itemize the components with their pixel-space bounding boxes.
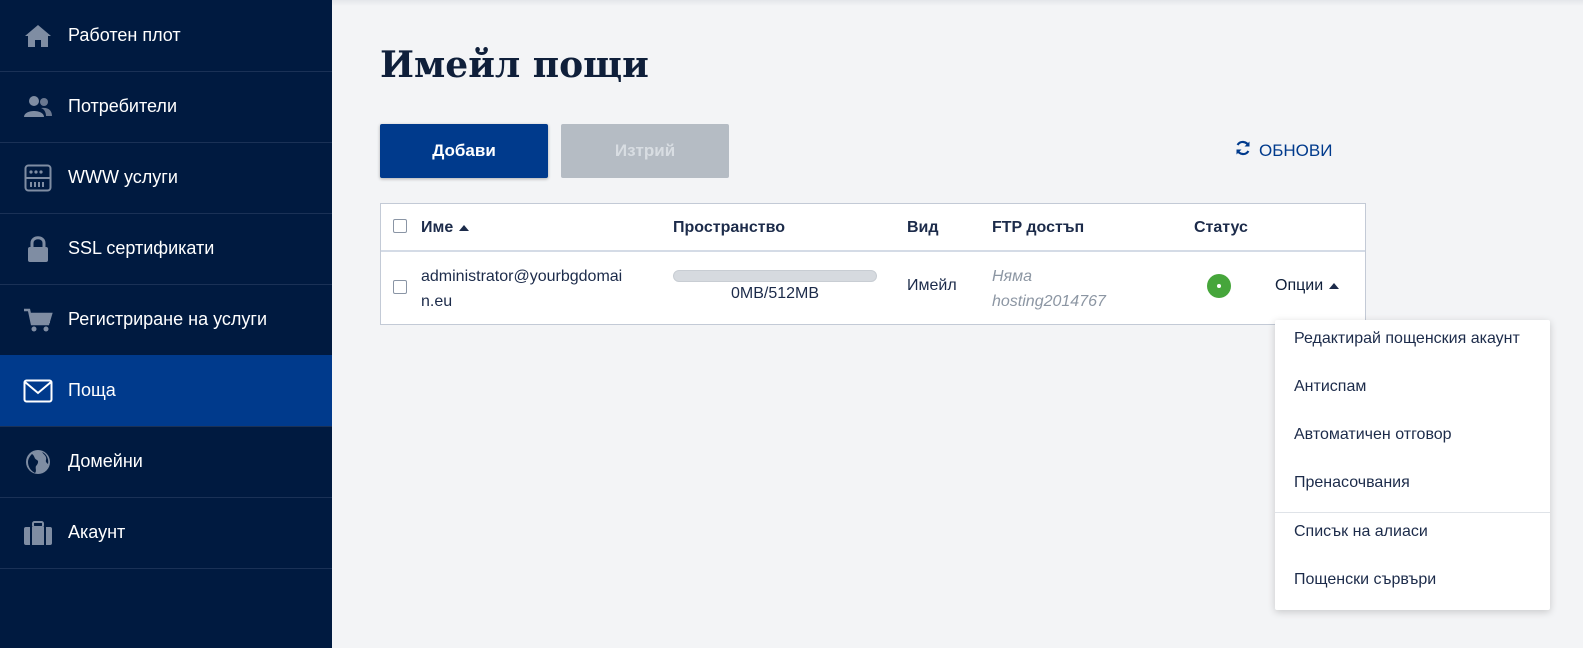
top-shadow: [332, 0, 1583, 6]
space-usage-bar: [673, 270, 877, 282]
sidebar-item-label: Домейни: [68, 451, 143, 471]
sidebar-item-domains[interactable]: Домейни: [0, 426, 332, 498]
sort-asc-icon: [459, 224, 470, 231]
mailbox-table: Име Пространство Вид FTP достъп Статус a…: [380, 203, 1366, 325]
sidebar-item-www[interactable]: WWW услуги: [0, 142, 332, 214]
row-checkbox[interactable]: [393, 280, 407, 294]
refresh-label: ОБНОВИ: [1259, 140, 1333, 160]
mailbox-kind: Имейл: [907, 277, 957, 294]
column-header-ftp: FTP достъп: [992, 219, 1085, 236]
sidebar-item-label: Поща: [68, 380, 116, 400]
menu-item-autoreply[interactable]: Автоматичен отговор: [1294, 426, 1452, 444]
status-indicator: [1207, 274, 1231, 298]
column-header-kind: Вид: [907, 219, 939, 236]
mailbox-email: administrator@yourbgdomain.eu: [421, 268, 623, 310]
cart-icon: [23, 305, 53, 335]
column-header-space: Пространство: [673, 219, 786, 236]
sidebar-item-mail[interactable]: Поща: [0, 355, 332, 427]
refresh-button[interactable]: ОБНОВИ: [1235, 140, 1332, 161]
delete-button[interactable]: Изтрий: [561, 124, 729, 178]
table-header: Име Пространство Вид FTP достъп Статус: [381, 204, 1365, 252]
sidebar-item-label: Работен плот: [68, 25, 181, 45]
menu-item-antispam[interactable]: Антиспам: [1294, 378, 1366, 396]
options-menu: Редактирай пощенския акаунт Антиспам Авт…: [1275, 320, 1550, 610]
mail-icon: [23, 376, 53, 406]
add-button[interactable]: Добави: [380, 124, 548, 178]
sidebar-item-label: Потребители: [68, 96, 177, 116]
select-all-checkbox[interactable]: [393, 219, 407, 233]
menu-divider: [1275, 512, 1550, 513]
sidebar-item-ssl[interactable]: SSL сертификати: [0, 213, 332, 285]
ftp-access-hosting: hosting2014767: [992, 293, 1106, 310]
column-header-name[interactable]: Име: [421, 219, 470, 237]
column-header-status: Статус: [1194, 219, 1248, 236]
ftp-access-status: Няма: [992, 268, 1032, 285]
sidebar-item-label: Регистриране на услуги: [68, 309, 268, 329]
options-button[interactable]: Опции: [1275, 277, 1340, 295]
sidebar-item-dashboard[interactable]: Работен плот: [0, 0, 332, 72]
sidebar-item-label: Акаунт: [68, 522, 126, 542]
sidebar-item-label: WWW услуги: [68, 167, 178, 187]
users-icon: [23, 92, 53, 122]
menu-item-aliases[interactable]: Списък на алиаси: [1294, 523, 1428, 541]
refresh-icon: [1235, 140, 1251, 161]
sidebar-item-account[interactable]: Акаунт: [0, 497, 332, 569]
lock-icon: [23, 234, 53, 264]
globe-icon: [23, 447, 53, 477]
chevron-up-icon: [1329, 283, 1340, 289]
home-icon: [23, 21, 53, 51]
space-usage-text: 0MB/512MB: [730, 285, 820, 302]
menu-item-mail-servers[interactable]: Пощенски сървъри: [1294, 571, 1436, 589]
menu-item-edit-mailbox[interactable]: Редактирай пощенския акаунт: [1294, 330, 1520, 348]
sidebar-item-label: SSL сертификати: [68, 238, 215, 258]
menu-item-forwarding[interactable]: Пренасочвания: [1294, 474, 1410, 492]
sidebar-item-register[interactable]: Регистриране на услуги: [0, 284, 332, 356]
sidebar-item-users[interactable]: Потребители: [0, 71, 332, 143]
briefcase-icon: [23, 518, 53, 548]
page-title: Имейл пощи: [380, 44, 649, 86]
sidebar: Работен плот Потребители WWW услуги SSL …: [0, 0, 332, 648]
server-icon: [23, 163, 53, 193]
ftp-access: Няма hosting2014767: [992, 264, 1106, 314]
